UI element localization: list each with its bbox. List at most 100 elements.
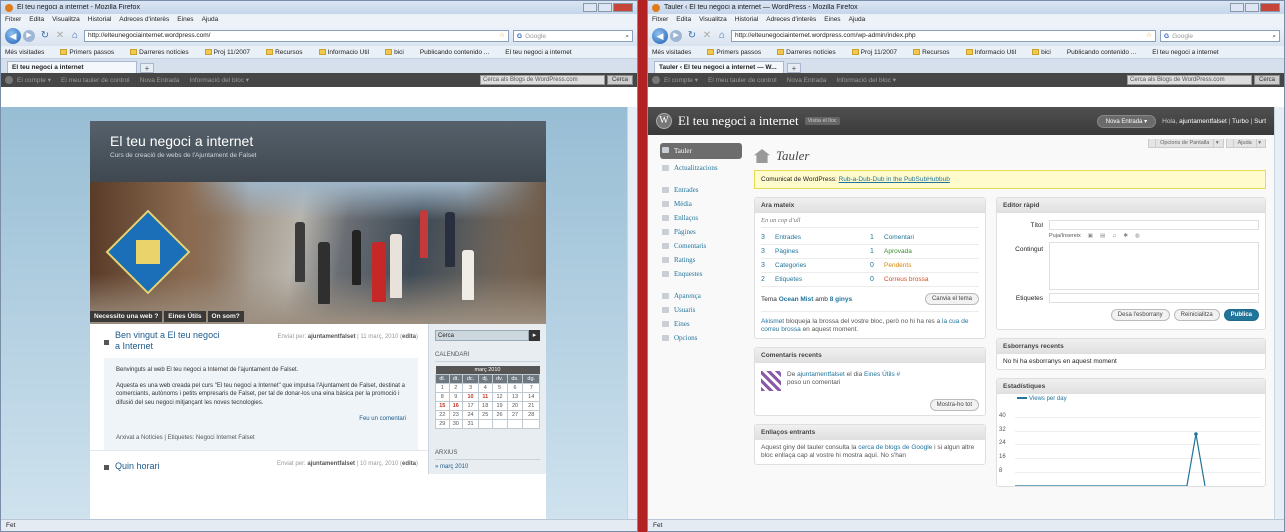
- wp-search-input[interactable]: Cerca als Blogs de WordPress.com: [479, 75, 605, 85]
- count[interactable]: 3: [761, 248, 775, 255]
- bookmark-most-visited[interactable]: Més visitades: [652, 49, 699, 56]
- post-title[interactable]: Quin horari: [115, 461, 225, 472]
- menu-bookmarks[interactable]: Adreces d'interès: [119, 16, 169, 23]
- menu-posts[interactable]: Entrades: [660, 183, 742, 197]
- search-icon[interactable]: ⌕: [1272, 31, 1276, 41]
- akismet-link[interactable]: Akismet: [761, 318, 784, 325]
- visit-site-button[interactable]: Visita el lloc: [804, 117, 840, 125]
- forward-button[interactable]: ▶: [670, 29, 682, 42]
- stop-icon[interactable]: ✕: [54, 30, 66, 41]
- google-blog-search-link[interactable]: cerca de blogs de Google: [858, 444, 932, 451]
- save-draft-button[interactable]: Desa l'esborrany: [1110, 309, 1170, 321]
- widget-title[interactable]: Enllaços entrants: [755, 425, 985, 440]
- bookmark-blog[interactable]: El teu negoci a internet: [1152, 49, 1227, 56]
- bookmark-resources[interactable]: Recursos: [913, 49, 957, 56]
- bookmark-first-steps[interactable]: Primers passos: [60, 49, 122, 56]
- wp-blog-info-menu[interactable]: Informació del bloc ▾: [189, 76, 249, 84]
- menu-file[interactable]: Fitxer: [652, 16, 668, 23]
- menu-tools[interactable]: Eines: [660, 317, 742, 331]
- reload-icon[interactable]: ↻: [39, 30, 51, 41]
- tab-blog[interactable]: El teu negoci a internet: [7, 61, 137, 73]
- menu-appearance[interactable]: Aparença: [660, 289, 742, 303]
- bookmark-star-icon[interactable]: ☆: [499, 30, 505, 41]
- count[interactable]: 0: [870, 262, 884, 269]
- close-button[interactable]: [1260, 3, 1280, 12]
- reset-button[interactable]: Reinicialitza: [1173, 309, 1220, 321]
- bookmark-publicando[interactable]: Publicando contenido ...: [420, 49, 497, 56]
- calendar-day-link[interactable]: 15: [435, 401, 450, 411]
- sidebar-search-input[interactable]: Cerca: [435, 330, 529, 341]
- post-edit-link[interactable]: edita: [402, 334, 416, 340]
- widget-title[interactable]: Comentaris recents: [755, 348, 985, 363]
- address-bar[interactable]: http://elteunegociainternet.wordpress.co…: [731, 29, 1156, 42]
- poll-icon[interactable]: ◍: [1135, 233, 1140, 239]
- menu-tools[interactable]: Eines: [824, 16, 840, 23]
- content-textarea[interactable]: [1049, 242, 1259, 290]
- comment-author-link[interactable]: ajuntamentfalset: [797, 371, 845, 378]
- bookmark-publicando[interactable]: Publicando contenido ...: [1067, 49, 1144, 56]
- count[interactable]: 3: [761, 262, 775, 269]
- archive-item[interactable]: » març 2010: [435, 464, 540, 470]
- home-icon[interactable]: ⌂: [716, 30, 728, 41]
- bookmark-proj[interactable]: Proj 11/2007: [851, 49, 905, 56]
- nav-where-are-we[interactable]: On som?: [207, 311, 244, 322]
- wp-account-menu[interactable]: El compte ▾: [652, 76, 698, 84]
- menu-polls[interactable]: Enquestes: [660, 267, 742, 281]
- minimize-button[interactable]: [1230, 3, 1244, 12]
- menu-media[interactable]: Mèdia: [660, 197, 742, 211]
- bookmark-bici[interactable]: bici: [1032, 49, 1059, 56]
- bookmark-blog[interactable]: El teu negoci a internet: [505, 49, 580, 56]
- wp-search-button[interactable]: Cerca: [606, 75, 633, 85]
- vertical-scrollbar[interactable]: [627, 107, 637, 519]
- blog-title[interactable]: El teu negoci a internet: [110, 133, 526, 149]
- count[interactable]: 0: [870, 276, 884, 283]
- bookmark-most-visited[interactable]: Més visitades: [5, 49, 52, 56]
- new-tab-button[interactable]: +: [787, 63, 801, 73]
- back-button[interactable]: ◀: [652, 27, 668, 44]
- wp-search-button[interactable]: Cerca: [1253, 75, 1280, 85]
- menu-history[interactable]: Historial: [88, 16, 111, 23]
- menu-ratings[interactable]: Ratings: [660, 253, 742, 267]
- calendar-day-link[interactable]: 16: [448, 401, 464, 411]
- menu-links[interactable]: Enllaços: [660, 211, 742, 225]
- menu-updates[interactable]: Actualitzacions: [660, 161, 742, 175]
- turbo-link[interactable]: Turbo: [1232, 118, 1249, 125]
- publish-button[interactable]: Publica: [1223, 309, 1259, 321]
- wp-dashboard-link[interactable]: El meu tauler de control: [708, 77, 777, 84]
- show-all-button[interactable]: Mostra-ho tot: [929, 399, 979, 411]
- search-icon[interactable]: ⌕: [625, 31, 629, 41]
- comment-link[interactable]: Feu un comentari: [116, 415, 406, 424]
- stop-icon[interactable]: ✕: [701, 30, 713, 41]
- search-input[interactable]: G Google ⌕: [1160, 29, 1280, 42]
- menu-users[interactable]: Usuaris: [660, 303, 742, 317]
- post-title[interactable]: Ben vingut a El teu negoci a Internet: [115, 330, 225, 352]
- menu-settings[interactable]: Opcions: [660, 331, 742, 345]
- wp-search-input[interactable]: Cerca als Blogs de WordPress.com: [1126, 75, 1252, 85]
- post-edit-link[interactable]: edita: [402, 461, 416, 467]
- reload-icon[interactable]: ↻: [686, 30, 698, 41]
- change-theme-button[interactable]: Canvia el tema: [924, 293, 979, 305]
- count-label[interactable]: Categories: [775, 262, 806, 269]
- close-button[interactable]: [613, 3, 633, 12]
- tags-input[interactable]: [1049, 293, 1259, 303]
- menu-dashboard[interactable]: Tauler: [660, 143, 742, 159]
- bookmark-star-icon[interactable]: ☆: [1146, 30, 1152, 41]
- menu-history[interactable]: Historial: [735, 16, 758, 23]
- calendar-day-link[interactable]: 10: [462, 392, 479, 402]
- count[interactable]: 2: [761, 276, 775, 283]
- video-icon[interactable]: ▤: [1100, 233, 1105, 239]
- count-label[interactable]: Pendents: [884, 262, 911, 269]
- menu-view[interactable]: Visualitza: [699, 16, 727, 23]
- nav-useful-tools[interactable]: Eines Útils: [164, 311, 206, 322]
- vertical-scrollbar[interactable]: [1274, 107, 1284, 519]
- menu-comments[interactable]: Comentaris: [660, 239, 742, 253]
- count-label[interactable]: Correus brossa: [884, 276, 928, 283]
- home-icon[interactable]: ⌂: [69, 30, 81, 41]
- bookmark-resources[interactable]: Recursos: [266, 49, 310, 56]
- widget-title[interactable]: Ara mateix: [755, 198, 985, 213]
- media-icon[interactable]: ✱: [1123, 233, 1128, 239]
- count-label[interactable]: Comentari: [884, 234, 914, 241]
- nav-need-web[interactable]: Necessito una web ?: [90, 311, 163, 322]
- maximize-button[interactable]: [1245, 3, 1259, 12]
- logout-link[interactable]: Surt: [1254, 118, 1266, 125]
